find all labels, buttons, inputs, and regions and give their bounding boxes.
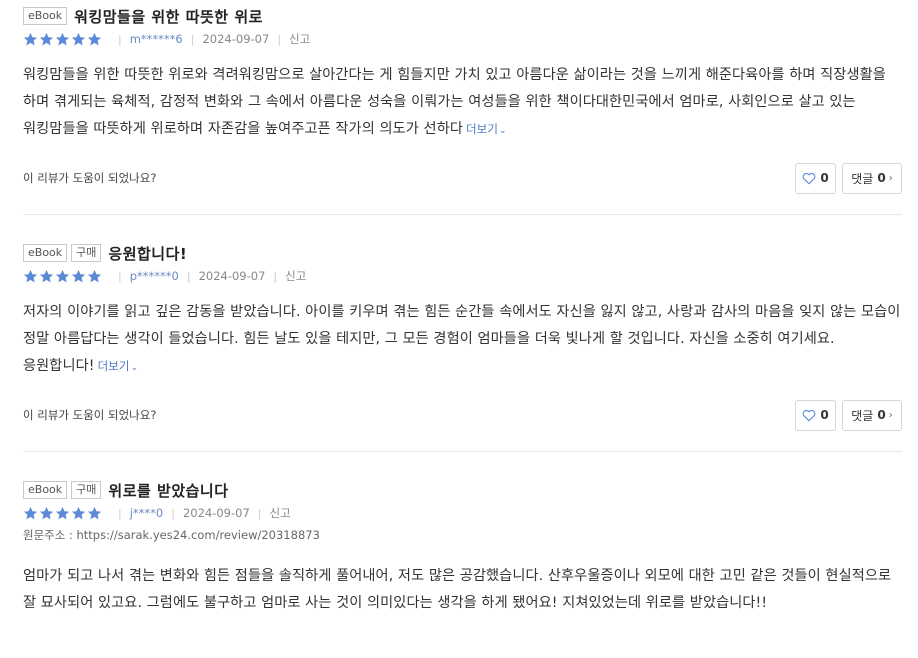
divider — [23, 451, 902, 452]
star-icon — [71, 32, 86, 47]
purchase-tag: 구매 — [71, 244, 102, 262]
comment-count: 0 — [877, 408, 886, 422]
comment-count: 0 — [877, 171, 886, 185]
like-count: 0 — [820, 171, 829, 185]
review-title[interactable]: 응원합니다! — [108, 243, 187, 264]
chevron-down-icon: ⌄ — [499, 126, 507, 136]
separator: | — [257, 506, 262, 520]
review-body: 워킹맘들을 위한 따뜻한 위로와 격려워킹맘으로 살아간다는 게 힘들지만 가치… — [23, 62, 902, 145]
star-icon — [39, 506, 54, 521]
review-date: 2024-09-07 — [182, 506, 250, 520]
review-item: eBook 구매 위로를 받았습니다 | j****0 | 2024-09-07… — [23, 479, 902, 617]
reviewer-id[interactable]: j****0 — [130, 506, 164, 520]
helpful-row: 이 리뷰가 도움이 되었나요? 0 댓글 0 › — [23, 162, 902, 194]
purchase-tag: 구매 — [71, 481, 102, 499]
separator: | — [118, 269, 122, 283]
separator: | — [118, 32, 122, 46]
helpful-question: 이 리뷰가 도움이 되었나요? — [23, 408, 157, 422]
review-actions: 0 댓글 0 › — [795, 162, 902, 194]
review-title-row: eBook 구매 위로를 받았습니다 — [23, 479, 902, 501]
separator: | — [277, 32, 282, 46]
star-icon — [71, 506, 86, 521]
comment-button[interactable]: 댓글 0 › — [842, 162, 902, 194]
separator: | — [171, 506, 175, 520]
format-tag: eBook — [23, 244, 68, 262]
separator: | — [273, 269, 278, 283]
star-icon — [55, 32, 70, 47]
review-body: 저자의 이야기를 읽고 깊은 감동을 받았습니다. 아이를 키우며 겪는 힘든 … — [23, 299, 902, 382]
more-link[interactable]: 더보기⌄ — [466, 122, 507, 136]
separator: | — [186, 269, 191, 283]
chevron-down-icon: ⌄ — [130, 363, 139, 373]
review-title[interactable]: 위로를 받았습니다 — [108, 480, 228, 501]
review-title-row: eBook 워킹맘들을 위한 따뜻한 위로 — [23, 5, 902, 27]
helpful-row: 이 리뷰가 도움이 되었나요? 0 댓글 0 › — [23, 399, 902, 431]
review-actions: 0 댓글 0 › — [795, 399, 902, 431]
review-date: 2024-09-07 — [202, 32, 270, 46]
star-icon — [39, 269, 54, 284]
separator: | — [190, 32, 195, 46]
star-icon — [87, 269, 102, 284]
source-url[interactable]: 원문주소 : https://sarak.yes24.com/review/20… — [23, 527, 902, 543]
star-icon — [87, 506, 102, 521]
divider — [23, 214, 902, 215]
comment-button[interactable]: 댓글 0 › — [842, 399, 902, 431]
review-list: eBook 워킹맘들을 위한 따뜻한 위로 | m******6 | 2024-… — [0, 0, 918, 658]
chevron-right-icon: › — [888, 172, 893, 184]
comment-label: 댓글 — [851, 171, 874, 186]
like-button[interactable]: 0 — [795, 162, 836, 194]
separator: | — [118, 506, 122, 520]
review-date: 2024-09-07 — [198, 269, 266, 283]
review-title[interactable]: 워킹맘들을 위한 따뜻한 위로 — [74, 6, 263, 27]
review-title-row: eBook 구매 응원합니다! — [23, 242, 902, 264]
like-count: 0 — [820, 408, 829, 422]
star-icon — [23, 506, 38, 521]
more-link[interactable]: 더보기⌄ — [98, 359, 139, 373]
star-icon — [39, 32, 54, 47]
review-text: 저자의 이야기를 읽고 깊은 감동을 받았습니다. 아이를 키우며 겪는 힘든 … — [23, 304, 901, 374]
like-button[interactable]: 0 — [795, 399, 836, 431]
star-rating — [23, 32, 102, 47]
reviewer-id[interactable]: p******0 — [130, 269, 179, 283]
report-link[interactable]: 신고 — [289, 31, 310, 47]
chevron-right-icon: › — [888, 409, 893, 421]
star-icon — [23, 32, 38, 47]
format-tag: eBook — [23, 481, 68, 499]
format-tag: eBook — [23, 7, 68, 25]
star-rating — [23, 506, 102, 521]
heart-icon — [802, 409, 816, 422]
comment-label: 댓글 — [851, 408, 874, 423]
star-rating — [23, 269, 102, 284]
review-item: eBook 구매 응원합니다! | p******0 | 2024-09-07 … — [23, 242, 902, 431]
star-icon — [71, 269, 86, 284]
review-body: 엄마가 되고 나서 겪는 변화와 힘든 점들을 솔직하게 풀어내어, 저도 많은… — [23, 563, 902, 617]
star-icon — [55, 269, 70, 284]
star-icon — [55, 506, 70, 521]
review-item: eBook 워킹맘들을 위한 따뜻한 위로 | m******6 | 2024-… — [23, 5, 902, 194]
report-link[interactable]: 신고 — [285, 268, 306, 284]
heart-icon — [802, 172, 816, 185]
review-meta: | j****0 | 2024-09-07 | 신고 — [23, 504, 902, 522]
report-link[interactable]: 신고 — [270, 505, 291, 521]
review-text: 워킹맘들을 위한 따뜻한 위로와 격려워킹맘으로 살아간다는 게 힘들지만 가치… — [23, 67, 886, 137]
star-icon — [23, 269, 38, 284]
review-meta: | m******6 | 2024-09-07 | 신고 — [23, 30, 902, 48]
star-icon — [87, 32, 102, 47]
review-meta: | p******0 | 2024-09-07 | 신고 — [23, 267, 902, 285]
reviewer-id[interactable]: m******6 — [130, 32, 183, 46]
helpful-question: 이 리뷰가 도움이 되었나요? — [23, 171, 157, 185]
review-text: 엄마가 되고 나서 겪는 변화와 힘든 점들을 솔직하게 풀어내어, 저도 많은… — [23, 568, 892, 611]
